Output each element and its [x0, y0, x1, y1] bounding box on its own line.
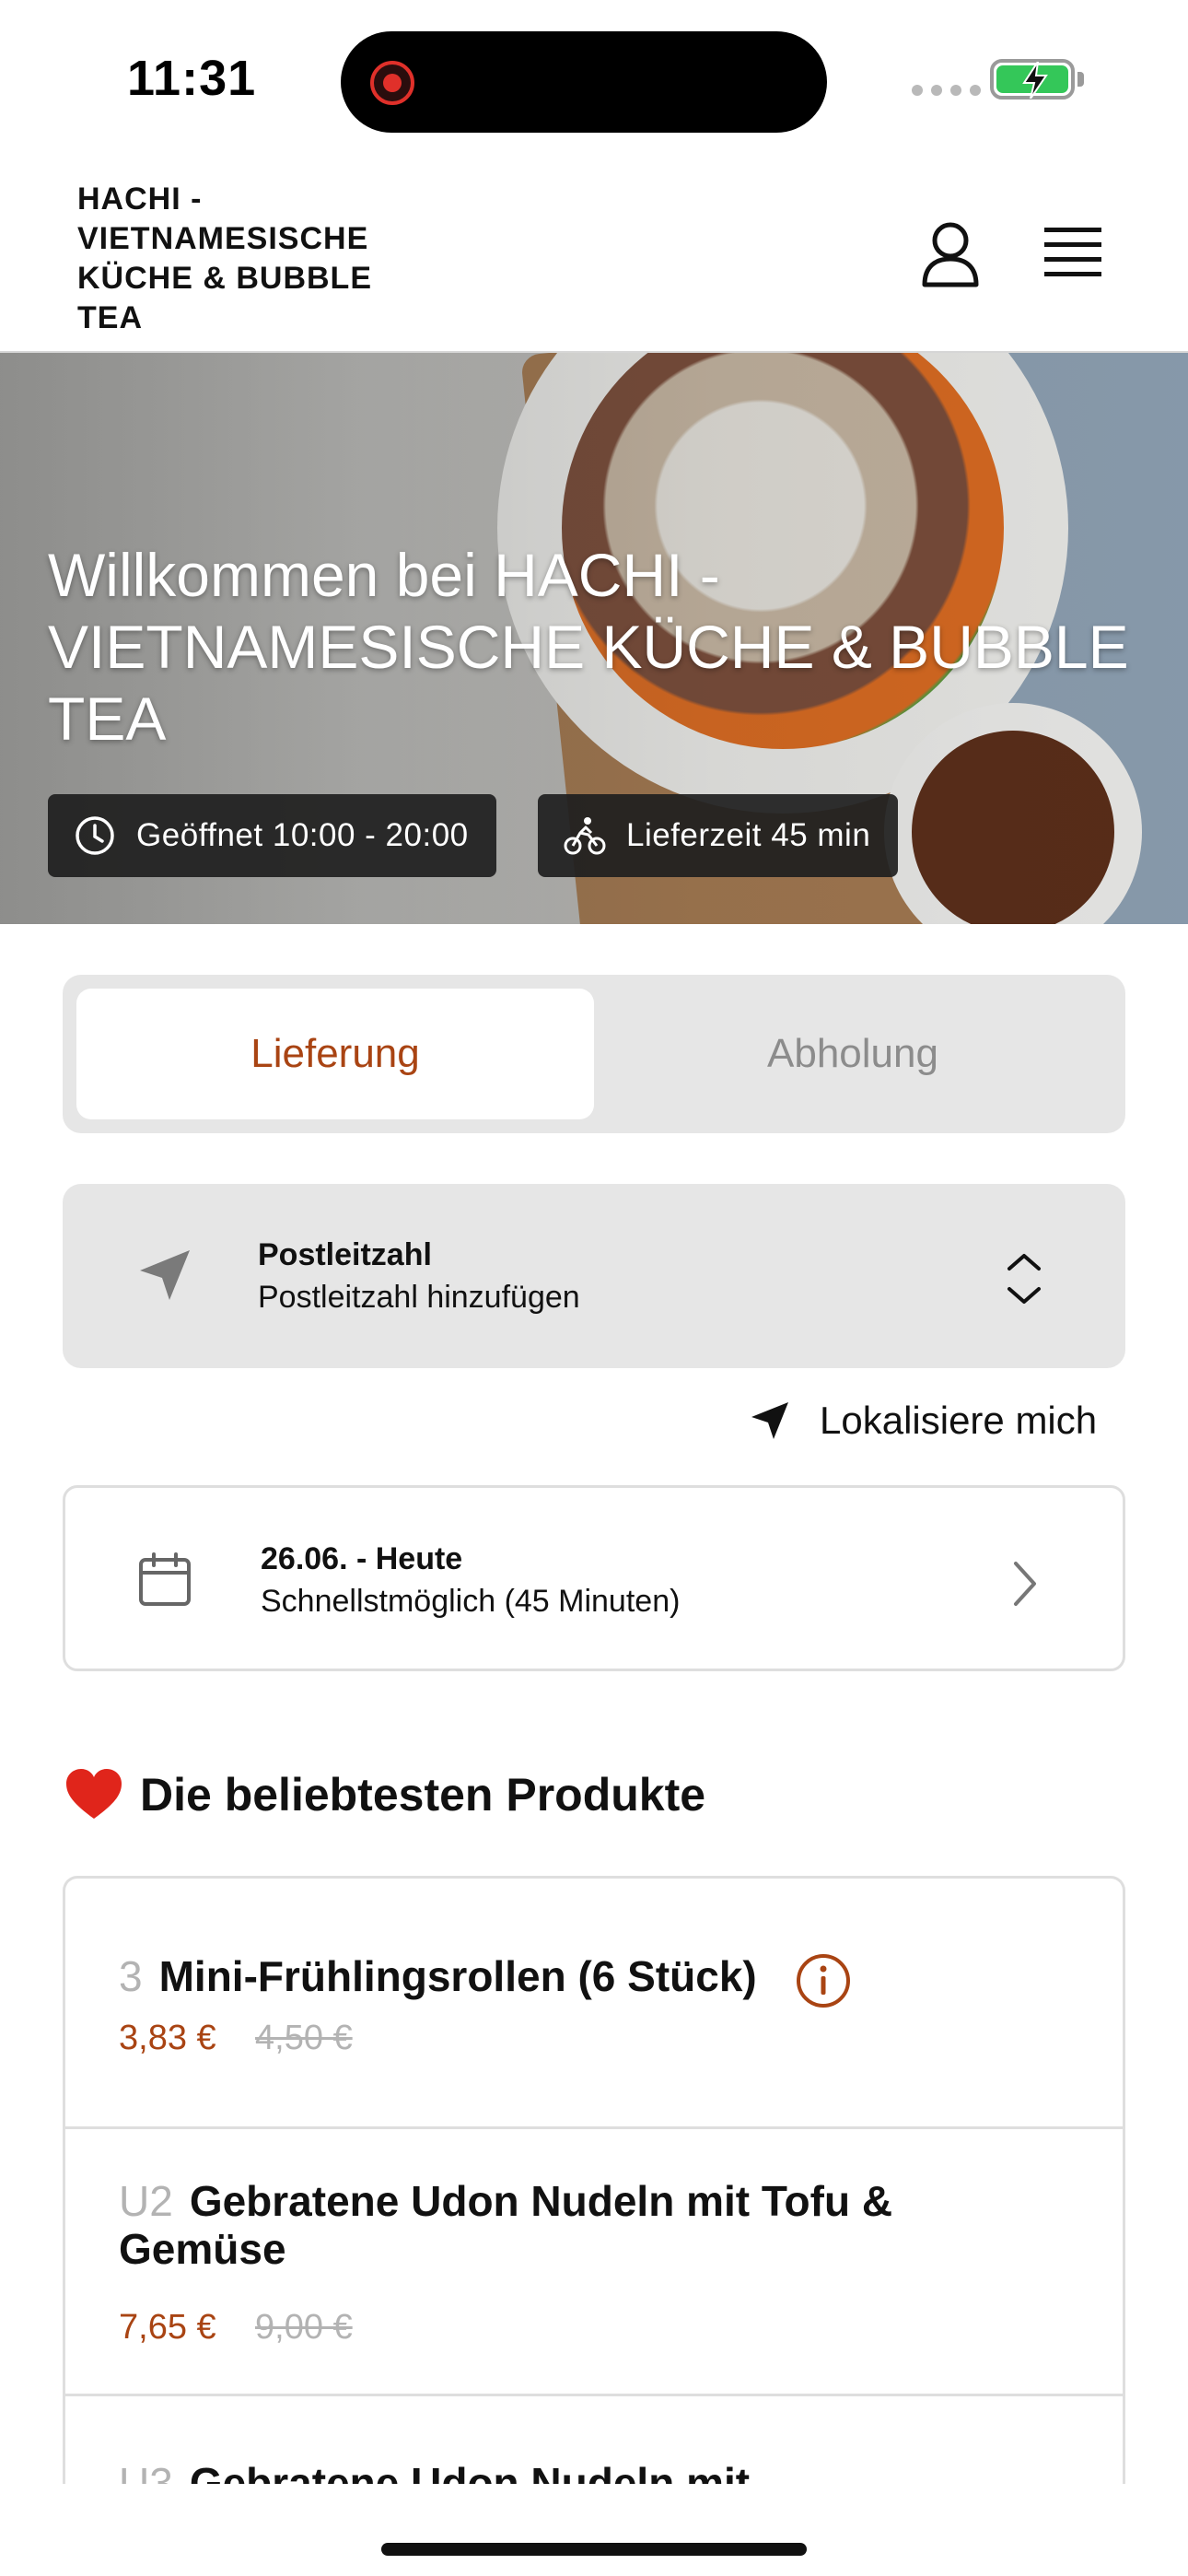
dynamic-island	[341, 31, 827, 133]
account-button[interactable]	[914, 217, 987, 290]
chevron-up-down-icon	[1007, 1254, 1041, 1304]
postal-code-placeholder: Postleitzahl hinzufügen	[258, 1280, 580, 1315]
app-header: HACHI - VIETNAMESISCHE KÜCHE & BUBBLE TE…	[0, 161, 1188, 353]
product-item[interactable]: 3 Mini-Frühlingsrollen (6 Stück) 3,83 € 4…	[65, 1879, 1123, 2129]
navigation-arrow-icon	[751, 1402, 788, 1439]
user-icon	[922, 222, 979, 287]
product-item[interactable]: U2 Gebratene Udon Nudeln mit Tofu & Gemüs…	[65, 2129, 1123, 2396]
delivery-time-badge: Lieferzeit 45 min	[538, 794, 899, 877]
product-name: U3 Gebratene Udon Nudeln mit	[119, 2459, 948, 2484]
product-name: U2 Gebratene Udon Nudeln mit Tofu & Gemüs…	[119, 2177, 893, 2273]
menu-button[interactable]	[1041, 222, 1105, 281]
bicycle-courier-icon	[564, 817, 606, 855]
postal-code-label: Postleitzahl	[258, 1237, 432, 1272]
battery-cap	[1077, 72, 1084, 87]
home-indicator[interactable]	[381, 2543, 807, 2556]
hero-title: Willkommen bei HACHI - VIETNAMESISCHE KÜ…	[48, 541, 1129, 753]
restaurant-logo-text[interactable]: HACHI - VIETNAMESISCHE KÜCHE & BUBBLE TE…	[77, 180, 409, 338]
info-icon[interactable]	[795, 1952, 852, 2009]
product-item[interactable]: U3 Gebratene Udon Nudeln mit	[65, 2396, 1123, 2484]
tab-pickup[interactable]: Abholung	[594, 989, 1112, 1119]
product-old-price: 4,50 €	[255, 2019, 353, 2057]
section-heading: Die beliebtesten Produkte	[64, 1767, 705, 1822]
order-type-switch: Lieferung Abholung	[63, 975, 1125, 1133]
charging-bolt-icon	[1022, 62, 1048, 99]
tab-delivery[interactable]: Lieferung	[76, 989, 594, 1119]
calendar-icon	[139, 1552, 191, 1606]
heart-icon	[66, 1769, 122, 1819]
product-old-price: 9,00 €	[255, 2308, 353, 2347]
chevron-right-icon	[1014, 1562, 1036, 1606]
product-code: U3	[119, 2459, 173, 2484]
delivery-time-selector[interactable]: 26.06. - Heute Schnellstmöglich (45 Minu…	[63, 1485, 1125, 1671]
signal-icon	[912, 85, 981, 96]
postal-code-selector[interactable]: Postleitzahl Postleitzahl hinzufügen	[63, 1184, 1125, 1368]
bottom-safe-area	[0, 2484, 1188, 2576]
schedule-date: 26.06. - Heute	[261, 1541, 463, 1576]
clock-icon	[76, 816, 114, 855]
product-price: 7,65 €	[119, 2308, 216, 2347]
location-arrow-icon	[140, 1250, 190, 1300]
product-code: U2	[119, 2177, 173, 2225]
recording-indicator-icon	[370, 61, 414, 105]
popular-products-list: 3 Mini-Frühlingsrollen (6 Stück) 3,83 € 4…	[63, 1876, 1125, 2484]
delivery-time-text: Lieferzeit 45 min	[626, 817, 871, 853]
schedule-time: Schnellstmöglich (45 Minuten)	[261, 1584, 681, 1619]
battery-icon	[990, 59, 1075, 100]
product-price: 3,83 €	[119, 2019, 216, 2057]
hamburger-icon	[1044, 228, 1101, 276]
status-bar: 11:31	[0, 0, 1188, 161]
section-title-text: Die beliebtesten Produkte	[140, 1769, 706, 1821]
opening-hours-badge: Geöffnet 10:00 - 20:00	[48, 794, 496, 877]
status-time: 11:31	[127, 51, 257, 106]
opening-hours-text: Geöffnet 10:00 - 20:00	[136, 817, 469, 853]
product-code: 3	[119, 1952, 143, 2000]
locate-me-label: Lokalisiere mich	[820, 1399, 1098, 1442]
locate-me-button[interactable]: Lokalisiere mich	[748, 1399, 1097, 1443]
hero-banner: Willkommen bei HACHI - VIETNAMESISCHE KÜ…	[0, 353, 1188, 924]
